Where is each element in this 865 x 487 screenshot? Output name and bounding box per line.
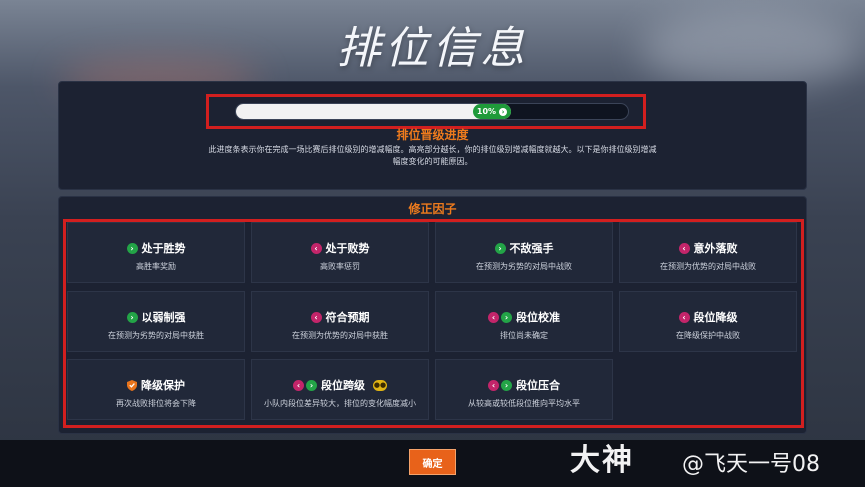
confirm-button[interactable]: 确定 <box>409 449 456 475</box>
modifier-description: 排位尚未确定 <box>500 331 548 340</box>
up-arrow-icon: › <box>126 242 138 254</box>
modifier-description: 从较高或较低段位推向平均水平 <box>468 399 580 408</box>
down-arrow-icon: ‹ <box>488 379 499 391</box>
progress-description: 此进度条表示你在完成一场比赛后排位级别的增减幅度。高亮部分越长，你的排位级别增减… <box>208 145 657 166</box>
progress-title: 排位晋级进度 <box>396 128 469 142</box>
modifier-label: 降级保护 <box>141 379 185 392</box>
modifier-title-row: ‹ › 段位压合 <box>436 377 612 393</box>
modifier-icons: ‹ <box>310 242 322 254</box>
modifier-card: ‹ › 段位跨级 ●● 小队内段位差异较大，排位的变化幅度减小 <box>251 359 429 420</box>
modifier-icons: ‹ <box>678 242 690 254</box>
up-arrow-icon: › <box>494 242 506 254</box>
modifier-title-row: › 以弱制强 <box>68 309 244 325</box>
modifier-title-row: › 处于胜势 <box>68 240 244 256</box>
modifier-title-row: 降级保护 <box>68 377 244 393</box>
modifier-label: 意外落败 <box>693 242 738 255</box>
modifier-card: ‹ 符合预期在预测为优势的对局中获胜 <box>251 291 429 352</box>
modifier-icons <box>127 379 137 391</box>
modifier-title-row: ‹ 处于败势 <box>252 240 428 256</box>
modifiers-title: 修正因子 <box>408 202 457 216</box>
modifier-title-row: ‹ 段位降级 <box>620 309 796 325</box>
modifier-title-row: ‹ › 段位校准 <box>436 309 612 325</box>
modifier-card: › 以弱制强在预测为劣势的对局中获胜 <box>67 291 245 352</box>
modifier-label: 处于败势 <box>325 242 370 255</box>
modifier-description: 在降级保护中战败 <box>676 331 740 340</box>
modifier-title-row: ‹ 意外落败 <box>620 240 796 256</box>
modifier-title-row: ‹ › 段位跨级 ●● <box>252 377 428 393</box>
modifier-description: 在预测为劣势的对局中获胜 <box>108 331 204 340</box>
modifier-label: 符合预期 <box>325 311 370 324</box>
modifier-icons: ‹ <box>310 311 322 323</box>
modifier-label: 段位压合 <box>516 379 560 392</box>
modifier-title-row: › 不敌强手 <box>436 240 612 256</box>
modifier-label: 段位校准 <box>516 311 560 324</box>
modifier-card: › 不敌强手在预测为劣势的对局中战败 <box>435 222 613 283</box>
up-arrow-icon: › <box>126 311 138 323</box>
modifier-card: › 处于胜势高胜率奖励 <box>67 222 245 283</box>
modifier-card: 降级保护再次战败排位将会下降 <box>67 359 245 420</box>
modifier-icons: ‹ › <box>488 311 512 323</box>
down-arrow-icon: ‹ <box>488 311 499 323</box>
modifier-label: 段位跨级 <box>321 379 365 392</box>
modifier-description: 再次战败排位将会下降 <box>116 399 196 408</box>
modifier-description: 高败率惩罚 <box>320 262 360 271</box>
modifier-icons: › <box>126 311 138 323</box>
modifier-label: 处于胜势 <box>141 242 186 255</box>
down-arrow-icon: ‹ <box>678 242 690 254</box>
modifier-icons: ‹ › <box>488 379 512 391</box>
down-arrow-icon: ‹ <box>293 379 304 391</box>
modifier-card: ‹ › 段位压合从较高或较低段位推向平均水平 <box>435 359 613 420</box>
watermark-logo: 大神 <box>570 443 634 478</box>
down-arrow-icon: ‹ <box>678 311 690 323</box>
watermark-user: @飞天一号08 <box>682 452 820 477</box>
modifier-description: 小队内段位差异较大，排位的变化幅度减小 <box>264 399 416 408</box>
modifier-description: 在预测为优势的对局中战败 <box>660 262 756 271</box>
modifier-icons: ‹ <box>678 311 690 323</box>
up-arrow-icon: › <box>306 379 317 391</box>
modifier-label: 段位降级 <box>693 311 738 324</box>
modifier-card: ‹ › 段位校准排位尚未确定 <box>435 291 613 352</box>
modifier-description: 高胜率奖励 <box>136 262 176 271</box>
modifier-description: 在预测为劣势的对局中战败 <box>476 262 572 271</box>
modifier-description: 在预测为优势的对局中获胜 <box>292 331 388 340</box>
modifier-card: ‹ 处于败势高败率惩罚 <box>251 222 429 283</box>
modifier-icons: › <box>126 242 138 254</box>
modifier-icons: ‹ › <box>293 379 317 391</box>
modifier-card: ‹ 段位降级在降级保护中战败 <box>619 291 797 352</box>
shield-icon <box>127 379 137 391</box>
up-arrow-icon: › <box>501 379 512 391</box>
page-title: 排位信息 <box>336 23 529 74</box>
modifier-grid: › 处于胜势 高胜率奖励 ‹ 处于败势 高败率惩罚 › 不敌强手 在预测为劣势的对局中战败 ‹ 意外… <box>67 222 800 425</box>
modifier-title-row: ‹ 符合预期 <box>252 309 428 325</box>
highlight-box <box>206 94 646 129</box>
up-arrow-icon: › <box>501 311 512 323</box>
down-arrow-icon: ‹ <box>310 311 322 323</box>
down-arrow-icon: ‹ <box>310 242 322 254</box>
group-badge-icon: ●● <box>373 379 387 391</box>
modifier-icons: › <box>494 242 506 254</box>
modifier-label: 不敌强手 <box>509 242 554 255</box>
modifier-card: ‹ 意外落败在预测为优势的对局中战败 <box>619 222 797 283</box>
modifier-label: 以弱制强 <box>141 311 186 324</box>
